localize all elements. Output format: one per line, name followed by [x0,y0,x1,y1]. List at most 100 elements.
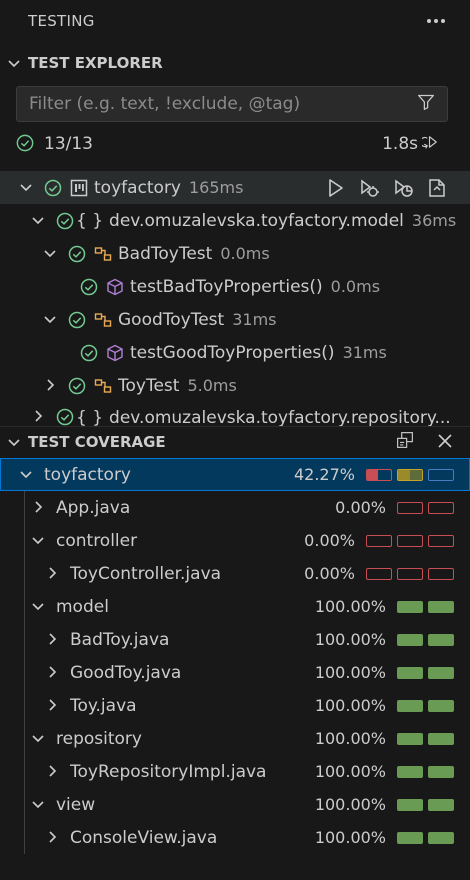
tree-item-testbadtoyproperties[interactable]: testBadToyProperties() 0.0ms [0,270,470,303]
tree-item-label: GoodToyTest [118,309,225,330]
tree-item-toytest[interactable]: ToyTest 5.0ms [0,369,470,402]
chevron-down-icon[interactable] [30,212,48,230]
statement-coverage-bar [366,468,392,481]
chevron-right-icon[interactable] [44,697,62,715]
chevron-down-icon [6,434,22,450]
tree-item-model-package[interactable]: { } dev.omuzalevska.toyfactory.model 36m… [0,204,470,237]
tree-item-badtoytest[interactable]: BadToyTest 0.0ms [0,237,470,270]
panel-header: TESTING [0,0,470,42]
debug-test-icon[interactable] [358,177,380,199]
function-coverage-bar [428,600,454,613]
chevron-down-icon[interactable] [30,532,48,550]
branch-coverage-bar [397,468,423,481]
coverage-percent: 100.00% [314,729,386,748]
coverage-item-label: Toy.java [70,695,137,716]
function-coverage-bar [428,765,454,778]
statement-coverage-bar [366,567,392,580]
tree-item-duration: 0.0ms [330,277,381,296]
chevron-right-icon[interactable] [44,664,62,682]
chevron-right-icon[interactable] [44,829,62,847]
chevron-down-icon[interactable] [18,466,36,484]
coverage-item-app-java[interactable]: App.java 0.00% [0,491,470,524]
statement-coverage-bar [397,666,423,679]
tree-item-duration: 0.0ms [220,244,270,263]
coverage-item-toyfactory[interactable]: toyfactory 42.27% [0,458,470,491]
coverage-item-consoleview-java[interactable]: ConsoleView.java 100.00% [0,821,470,854]
coverage-item-goodtoy-java[interactable]: GoodToy.java 100.00% [0,656,470,689]
function-coverage-bar [428,666,454,679]
chevron-down-icon[interactable] [42,245,60,263]
coverage-item-label: App.java [56,497,131,518]
chevron-right-icon[interactable] [44,763,62,781]
coverage-item-view[interactable]: view 100.00% [0,788,470,821]
function-coverage-bar [428,534,454,547]
coverage-item-toyrepositoryimpl-java[interactable]: ToyRepositoryImpl.java 100.00% [0,755,470,788]
coverage-percent: 100.00% [314,828,386,847]
test-summary: 13/13 1.8s [16,130,446,158]
passed-icon [16,134,36,154]
coverage-item-controller[interactable]: controller 0.00% [0,524,470,557]
chevron-right-icon[interactable] [30,499,48,517]
tree-item-repository-package[interactable]: { } dev.omuzalevska.toyfactory.repositor… [0,402,470,426]
project-icon [70,179,88,197]
function-coverage-bar [428,468,454,481]
chevron-down-icon[interactable] [42,311,60,329]
tree-item-toyfactory[interactable]: toyfactory 165ms [0,171,470,204]
filter-input[interactable] [27,93,417,115]
coverage-percent: 100.00% [314,696,386,715]
coverage-percent: 42.27% [293,465,355,484]
tree-item-duration: 31ms [232,310,277,329]
test-coverage-header[interactable]: TEST COVERAGE [0,426,470,458]
chevron-right-icon[interactable] [42,377,60,395]
test-explorer-title: TEST EXPLORER [28,54,163,72]
function-coverage-bar [428,798,454,811]
coverage-item-badtoy-java[interactable]: BadToy.java 100.00% [0,623,470,656]
close-icon[interactable] [436,432,454,450]
chevron-down-icon[interactable] [18,179,36,197]
coverage-bars: 100.00% [315,597,454,616]
chevron-down-icon[interactable] [30,796,48,814]
coverage-item-label: model [56,596,109,617]
chevron-right-icon[interactable] [44,631,62,649]
coverage-bars: 100.00% [315,630,454,649]
statement-coverage-bar [397,501,423,514]
chevron-right-icon[interactable] [44,565,62,583]
coverage-item-toycontroller-java[interactable]: ToyController.java 0.00% [0,557,470,590]
test-explorer-header[interactable]: TEST EXPLORER [0,47,470,79]
tree-item-goodtoytest[interactable]: GoodToyTest 31ms [0,303,470,336]
coverage-bars: 100.00% [315,663,454,682]
filter-icon[interactable] [417,93,439,115]
tree-item-testgoodtoyproperties[interactable]: testGoodToyProperties() 31ms [0,336,470,369]
tree-item-duration: 31ms [342,343,387,362]
filter-box[interactable] [16,86,448,122]
function-coverage-bar [428,831,454,844]
coverage-item-toy-java[interactable]: Toy.java 100.00% [0,689,470,722]
function-coverage-bar [428,633,454,646]
chevron-down-icon[interactable] [30,598,48,616]
coverage-item-model[interactable]: model 100.00% [0,590,470,623]
run-test-icon[interactable] [324,177,346,199]
coverage-percent: 100.00% [314,597,386,616]
method-icon [106,278,124,296]
go-to-test-icon[interactable] [426,177,448,199]
coverage-item-repository[interactable]: repository 100.00% [0,722,470,755]
coverage-bars: 100.00% [315,795,454,814]
statement-coverage-bar [397,798,423,811]
run-with-coverage-icon[interactable] [392,177,414,199]
chevron-down-icon[interactable] [30,730,48,748]
coverage-bars: 0.00% [304,531,454,550]
coverage-item-label: BadToy.java [70,629,170,650]
rerun-icon[interactable] [422,133,446,155]
coverage-percent: 100.00% [314,663,386,682]
function-coverage-bar [428,699,454,712]
tree-item-label: ToyTest [118,375,180,396]
coverage-toggle-icon[interactable] [396,431,414,449]
tree-item-duration: 5.0ms [187,376,237,395]
tree-item-label: dev.omuzalevska.toyfactory.repository... [109,408,451,426]
coverage-percent: 100.00% [314,795,386,814]
test-coverage-title: TEST COVERAGE [28,433,166,451]
statement-coverage-bar [397,732,423,745]
coverage-bars: 100.00% [315,696,454,715]
chevron-right-icon[interactable] [30,408,48,426]
more-actions-icon[interactable] [422,7,450,35]
